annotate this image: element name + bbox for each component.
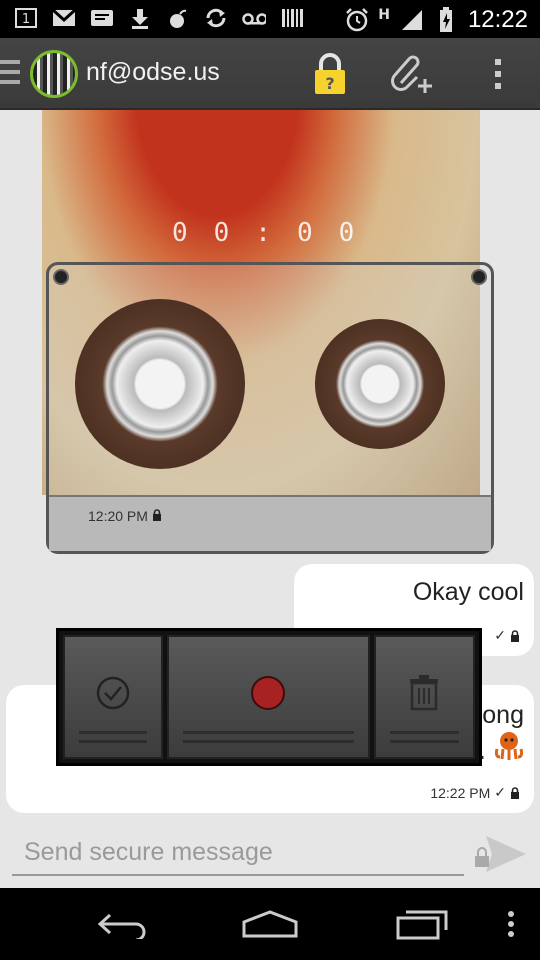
screw <box>53 269 69 285</box>
svg-text:1: 1 <box>22 12 30 27</box>
left-reel <box>75 299 245 469</box>
recents-button[interactable] <box>392 906 452 942</box>
send-button[interactable] <box>472 830 528 880</box>
recents-icon <box>396 910 448 940</box>
battery-icon <box>434 7 458 32</box>
network-type-label: H <box>378 7 390 23</box>
trash-icon <box>410 675 439 711</box>
download-icon <box>128 7 152 29</box>
lock-small-icon <box>511 629 519 642</box>
delete-recording-button[interactable] <box>373 635 475 759</box>
sim-1-icon: 1 <box>14 7 38 29</box>
recording-timer: 00:00 <box>172 218 381 248</box>
message-text: Okay cool <box>412 578 524 606</box>
audio-recorder-controls <box>56 628 482 766</box>
record-dot-icon <box>251 676 285 710</box>
more-vertical-icon <box>495 59 501 89</box>
more-vertical-icon <box>508 911 514 937</box>
status-clock: 12:22 <box>467 6 528 33</box>
lock-icon: ? <box>315 53 345 94</box>
signal-icon <box>400 9 424 31</box>
back-icon <box>97 913 146 939</box>
attach-button[interactable] <box>388 52 436 96</box>
navigation-bar <box>0 888 540 960</box>
action-bar: nf@odse.us ? <box>0 38 540 110</box>
message-icon <box>90 7 114 29</box>
drawer-toggle[interactable] <box>0 60 20 90</box>
account-title[interactable]: nf@odse.us <box>86 58 220 87</box>
nav-overflow-button[interactable] <box>504 906 518 942</box>
message-text: ong <box>482 701 524 729</box>
overflow-menu-button[interactable] <box>484 52 512 96</box>
status-bar: 1 H 12:22 <box>0 0 540 38</box>
alarm-icon <box>344 8 369 32</box>
message-input[interactable] <box>12 830 464 876</box>
delivered-check-icon: ✓ <box>494 784 506 800</box>
record-button[interactable] <box>166 635 370 759</box>
confirm-recording-button[interactable] <box>63 635 163 759</box>
screw <box>471 269 487 285</box>
send-lock-icon <box>475 836 526 872</box>
bomb-icon <box>166 7 190 29</box>
octopus-emoji-icon <box>492 729 526 768</box>
lock-small-icon <box>152 509 161 521</box>
system-icons: H 12:22 <box>344 6 528 34</box>
sync-icon <box>204 7 228 29</box>
right-reel <box>315 319 445 449</box>
gmail-icon <box>52 7 76 29</box>
home-icon <box>242 910 298 938</box>
avatar[interactable] <box>30 50 78 98</box>
message-meta: ✓ <box>490 627 520 644</box>
voicemail-icon <box>242 7 266 29</box>
audio-message-time: 12:20 PM <box>88 508 162 524</box>
notification-icons: 1 <box>14 7 304 29</box>
back-button[interactable] <box>92 906 152 942</box>
delivered-check-icon: ✓ <box>494 627 506 643</box>
home-button[interactable] <box>240 906 300 942</box>
svg-text:?: ? <box>325 74 334 93</box>
check-circle-icon <box>96 676 129 710</box>
composer <box>0 820 540 888</box>
barcode-icon <box>280 7 304 29</box>
paperclip-add-icon <box>391 55 432 93</box>
lock-small-icon <box>511 786 519 799</box>
message-meta: 12:22 PM ✓ <box>430 784 520 801</box>
lock-status-button[interactable]: ? <box>308 52 352 96</box>
